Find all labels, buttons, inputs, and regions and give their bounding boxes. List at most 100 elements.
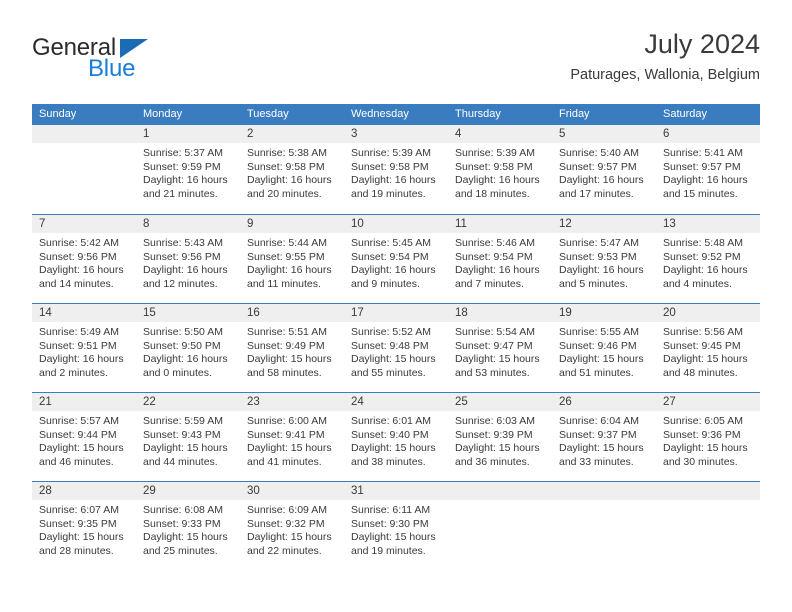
weekday-tuesday: Tuesday [247, 108, 289, 120]
day-number: 10 [344, 215, 448, 233]
daylight-text-line1: Daylight: 16 hours [351, 174, 436, 187]
day-cell[interactable]: 18 Sunrise: 5:54 AM Sunset: 9:47 PM Dayl… [448, 304, 552, 392]
sunrise-text: Sunrise: 5:56 AM [663, 326, 743, 338]
day-number: 23 [240, 393, 344, 411]
day-cell[interactable]: 30 Sunrise: 6:09 AM Sunset: 9:32 PM Dayl… [240, 482, 344, 570]
day-cell[interactable]: 26 Sunrise: 6:04 AM Sunset: 9:37 PM Dayl… [552, 393, 656, 481]
day-cell[interactable]: 9 Sunrise: 5:44 AM Sunset: 9:55 PM Dayli… [240, 215, 344, 303]
sunrise-text: Sunrise: 6:09 AM [247, 504, 327, 516]
sunset-text: Sunset: 9:33 PM [143, 517, 221, 530]
day-cell[interactable]: 28 Sunrise: 6:07 AM Sunset: 9:35 PM Dayl… [32, 482, 136, 570]
day-cell[interactable]: 3 Sunrise: 5:39 AM Sunset: 9:58 PM Dayli… [344, 125, 448, 214]
day-number [448, 482, 552, 500]
week-row: 14 Sunrise: 5:49 AM Sunset: 9:51 PM Dayl… [32, 303, 760, 392]
day-cell[interactable]: 15 Sunrise: 5:50 AM Sunset: 9:50 PM Dayl… [136, 304, 240, 392]
day-number: 21 [32, 393, 136, 411]
sunset-text: Sunset: 9:35 PM [39, 517, 117, 530]
sunrise-text: Sunrise: 5:52 AM [351, 326, 431, 338]
day-info: Sunrise: 5:45 AM Sunset: 9:54 PM Dayligh… [344, 233, 448, 291]
daylight-text-line1: Daylight: 16 hours [247, 174, 332, 187]
sunrise-text: Sunrise: 6:07 AM [39, 504, 119, 516]
day-cell[interactable]: 25 Sunrise: 6:03 AM Sunset: 9:39 PM Dayl… [448, 393, 552, 481]
daylight-text-line1: Daylight: 15 hours [247, 442, 332, 455]
week-row: 28 Sunrise: 6:07 AM Sunset: 9:35 PM Dayl… [32, 481, 760, 570]
page-subtitle: Paturages, Wallonia, Belgium [570, 67, 760, 83]
day-cell[interactable]: 2 Sunrise: 5:38 AM Sunset: 9:58 PM Dayli… [240, 125, 344, 214]
day-cell[interactable]: 27 Sunrise: 6:05 AM Sunset: 9:36 PM Dayl… [656, 393, 760, 481]
day-cell[interactable]: 29 Sunrise: 6:08 AM Sunset: 9:33 PM Dayl… [136, 482, 240, 570]
weekday-monday: Monday [143, 108, 183, 120]
day-info: Sunrise: 5:42 AM Sunset: 9:56 PM Dayligh… [32, 233, 136, 291]
day-cell[interactable]: 16 Sunrise: 5:51 AM Sunset: 9:49 PM Dayl… [240, 304, 344, 392]
day-cell[interactable]: 22 Sunrise: 5:59 AM Sunset: 9:43 PM Dayl… [136, 393, 240, 481]
sunrise-text: Sunrise: 5:39 AM [351, 147, 431, 159]
daylight-text-line1: Daylight: 16 hours [559, 264, 644, 277]
weekday-wednesday: Wednesday [351, 108, 409, 120]
day-number: 2 [240, 125, 344, 143]
day-cell[interactable]: 7 Sunrise: 5:42 AM Sunset: 9:56 PM Dayli… [32, 215, 136, 303]
day-info: Sunrise: 5:55 AM Sunset: 9:46 PM Dayligh… [552, 322, 656, 380]
day-cell[interactable]: 31 Sunrise: 6:11 AM Sunset: 9:30 PM Dayl… [344, 482, 448, 570]
day-cell[interactable]: 4 Sunrise: 5:39 AM Sunset: 9:58 PM Dayli… [448, 125, 552, 214]
day-cell[interactable]: 21 Sunrise: 5:57 AM Sunset: 9:44 PM Dayl… [32, 393, 136, 481]
day-number: 6 [656, 125, 760, 143]
daylight-text-line1: Daylight: 16 hours [39, 353, 124, 366]
day-cell[interactable]: 23 Sunrise: 6:00 AM Sunset: 9:41 PM Dayl… [240, 393, 344, 481]
sunset-text: Sunset: 9:49 PM [247, 339, 325, 352]
daylight-text-line1: Daylight: 15 hours [351, 353, 436, 366]
sunrise-text: Sunrise: 5:40 AM [559, 147, 639, 159]
daylight-text-line2: and 46 minutes. [39, 455, 114, 468]
sunrise-text: Sunrise: 5:47 AM [559, 237, 639, 249]
day-number [32, 125, 136, 143]
day-info: Sunrise: 5:56 AM Sunset: 9:45 PM Dayligh… [656, 322, 760, 380]
day-cell[interactable]: 12 Sunrise: 5:47 AM Sunset: 9:53 PM Dayl… [552, 215, 656, 303]
daylight-text-line1: Daylight: 16 hours [39, 264, 124, 277]
day-info: Sunrise: 5:46 AM Sunset: 9:54 PM Dayligh… [448, 233, 552, 291]
day-cell[interactable]: 17 Sunrise: 5:52 AM Sunset: 9:48 PM Dayl… [344, 304, 448, 392]
day-info: Sunrise: 5:49 AM Sunset: 9:51 PM Dayligh… [32, 322, 136, 380]
day-info: Sunrise: 6:05 AM Sunset: 9:36 PM Dayligh… [656, 411, 760, 469]
day-cell[interactable]: 8 Sunrise: 5:43 AM Sunset: 9:56 PM Dayli… [136, 215, 240, 303]
general-blue-logo[interactable]: General Blue [32, 34, 232, 88]
sunset-text: Sunset: 9:40 PM [351, 428, 429, 441]
day-cell[interactable]: 10 Sunrise: 5:45 AM Sunset: 9:54 PM Dayl… [344, 215, 448, 303]
day-number: 22 [136, 393, 240, 411]
day-cell[interactable]: 11 Sunrise: 5:46 AM Sunset: 9:54 PM Dayl… [448, 215, 552, 303]
daylight-text-line1: Daylight: 15 hours [455, 353, 540, 366]
sunrise-text: Sunrise: 5:59 AM [143, 415, 223, 427]
sunset-text: Sunset: 9:56 PM [143, 250, 221, 263]
daylight-text-line1: Daylight: 15 hours [351, 531, 436, 544]
day-info: Sunrise: 5:41 AM Sunset: 9:57 PM Dayligh… [656, 143, 760, 201]
calendar-grid: Sunday Monday Tuesday Wednesday Thursday… [32, 104, 760, 570]
sunset-text: Sunset: 9:43 PM [143, 428, 221, 441]
day-number [552, 482, 656, 500]
day-info: Sunrise: 6:00 AM Sunset: 9:41 PM Dayligh… [240, 411, 344, 469]
week-row: 1 Sunrise: 5:37 AM Sunset: 9:59 PM Dayli… [32, 125, 760, 214]
day-info: Sunrise: 5:57 AM Sunset: 9:44 PM Dayligh… [32, 411, 136, 469]
day-cell[interactable]: 14 Sunrise: 5:49 AM Sunset: 9:51 PM Dayl… [32, 304, 136, 392]
day-info: Sunrise: 5:44 AM Sunset: 9:55 PM Dayligh… [240, 233, 344, 291]
daylight-text-line1: Daylight: 16 hours [455, 264, 540, 277]
daylight-text-line2: and 18 minutes. [455, 187, 530, 200]
sunset-text: Sunset: 9:39 PM [455, 428, 533, 441]
day-cell[interactable]: 1 Sunrise: 5:37 AM Sunset: 9:59 PM Dayli… [136, 125, 240, 214]
sunset-text: Sunset: 9:57 PM [663, 160, 741, 173]
sunset-text: Sunset: 9:51 PM [39, 339, 117, 352]
day-cell[interactable]: 6 Sunrise: 5:41 AM Sunset: 9:57 PM Dayli… [656, 125, 760, 214]
daylight-text-line1: Daylight: 16 hours [663, 264, 748, 277]
daylight-text-line2: and 15 minutes. [663, 187, 738, 200]
day-cell[interactable]: 24 Sunrise: 6:01 AM Sunset: 9:40 PM Dayl… [344, 393, 448, 481]
day-cell [32, 125, 136, 214]
sunrise-text: Sunrise: 6:01 AM [351, 415, 431, 427]
day-info: Sunrise: 5:39 AM Sunset: 9:58 PM Dayligh… [448, 143, 552, 201]
sunrise-text: Sunrise: 5:43 AM [143, 237, 223, 249]
sunset-text: Sunset: 9:46 PM [559, 339, 637, 352]
week-row: 21 Sunrise: 5:57 AM Sunset: 9:44 PM Dayl… [32, 392, 760, 481]
day-cell[interactable]: 19 Sunrise: 5:55 AM Sunset: 9:46 PM Dayl… [552, 304, 656, 392]
day-cell[interactable]: 13 Sunrise: 5:48 AM Sunset: 9:52 PM Dayl… [656, 215, 760, 303]
daylight-text-line2: and 9 minutes. [351, 277, 420, 290]
day-info: Sunrise: 6:08 AM Sunset: 9:33 PM Dayligh… [136, 500, 240, 558]
day-cell[interactable]: 20 Sunrise: 5:56 AM Sunset: 9:45 PM Dayl… [656, 304, 760, 392]
day-cell[interactable]: 5 Sunrise: 5:40 AM Sunset: 9:57 PM Dayli… [552, 125, 656, 214]
sunrise-text: Sunrise: 5:48 AM [663, 237, 743, 249]
